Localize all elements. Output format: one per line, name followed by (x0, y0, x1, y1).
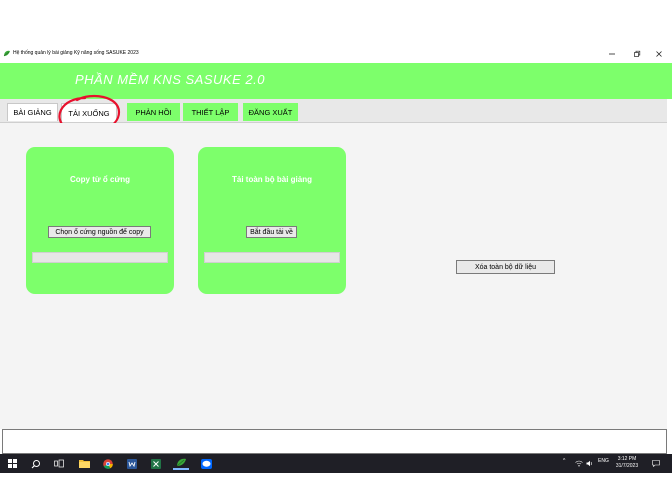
excel-icon[interactable] (149, 457, 163, 470)
close-icon[interactable] (651, 48, 667, 60)
copy-progress-bar (32, 252, 168, 263)
desktop-window: Hệ thống quản lý bài giảng Kỹ năng sống … (0, 45, 672, 473)
tab-bai-giang[interactable]: BÀI GIẢNG (7, 103, 58, 121)
minimize-icon[interactable] (604, 48, 620, 60)
file-explorer-icon[interactable] (77, 457, 91, 470)
language-indicator[interactable]: ENG (598, 458, 609, 464)
choose-source-drive-button[interactable]: Chọn ổ cứng nguồn để copy (48, 226, 151, 238)
tab-label: BÀI GIẢNG (13, 108, 52, 117)
word-icon[interactable] (125, 457, 139, 470)
leaf-icon (3, 50, 10, 57)
title-bar: Hệ thống quản lý bài giảng Kỹ năng sống … (0, 45, 672, 63)
chrome-icon[interactable] (101, 457, 115, 470)
windows-start-icon[interactable] (5, 457, 19, 470)
window-title: Hệ thống quản lý bài giảng Kỹ năng sống … (13, 50, 139, 56)
start-download-button[interactable]: Bắt đầu tải về (246, 226, 297, 238)
download-progress-bar (204, 252, 340, 263)
card-title: Tải toàn bộ bài giảng (232, 175, 312, 184)
search-icon[interactable] (29, 457, 43, 470)
tab-label: THIẾT LẬP (191, 107, 230, 117)
taskbar-clock[interactable]: 3:12 PM 31/7/2023 (610, 456, 644, 470)
tray-overflow-icon[interactable]: ^ (563, 458, 565, 464)
delete-all-data-button[interactable]: Xóa toàn bộ dữ liệu (456, 260, 555, 274)
tab-thiet-lap[interactable]: THIẾT LẬP (183, 103, 238, 121)
task-view-icon[interactable] (52, 457, 66, 470)
clock-date: 31/7/2023 (615, 463, 639, 469)
tab-label: ĐĂNG XUẤT (248, 107, 293, 117)
tab-label: PHẢN HỒI (135, 107, 172, 117)
app-title: PHẦN MỀM KNS SASUKE 2.0 (75, 72, 265, 87)
status-box (2, 429, 667, 454)
download-all-card: Tải toàn bộ bài giảng Bắt đầu tải về (198, 147, 346, 294)
volume-icon[interactable] (585, 457, 595, 470)
zalo-icon[interactable] (199, 457, 213, 470)
network-icon[interactable] (574, 457, 584, 470)
sasuke-app-icon[interactable] (173, 457, 189, 470)
copy-from-drive-card: Copy từ ổ cứng Chọn ổ cứng nguồn để copy (26, 147, 174, 294)
tab-phan-hoi[interactable]: PHẢN HỒI (127, 103, 180, 121)
card-title: Copy từ ổ cứng (69, 175, 131, 184)
restore-icon[interactable] (629, 48, 645, 60)
tab-dang-xuat[interactable]: ĐĂNG XUẤT (243, 103, 298, 121)
notification-icon[interactable] (650, 457, 662, 470)
clock-time: 3:12 PM (617, 456, 637, 462)
